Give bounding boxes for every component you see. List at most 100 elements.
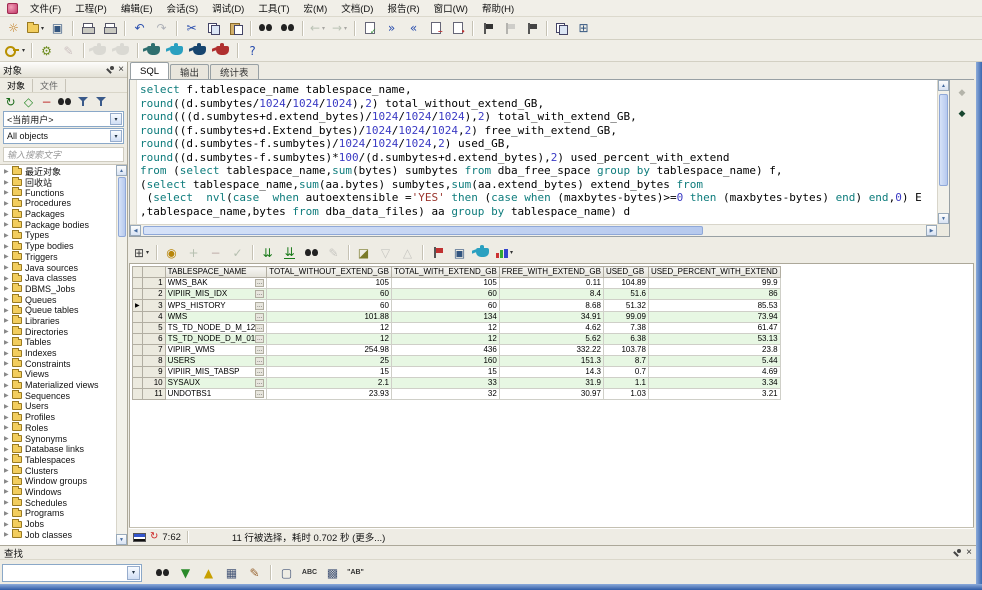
chevron-right-icon[interactable]: ▶ bbox=[4, 339, 9, 346]
chevron-right-icon[interactable]: ▶ bbox=[4, 307, 9, 314]
chevron-right-icon[interactable]: ▶ bbox=[4, 253, 9, 260]
copy-button[interactable] bbox=[203, 19, 224, 38]
chevron-right-icon[interactable]: ▶ bbox=[4, 328, 9, 335]
back-button[interactable]: ←▾ bbox=[307, 19, 328, 38]
cell-tablespace-name[interactable]: VIPIIR_MIS_IDX bbox=[165, 289, 267, 300]
filter-button[interactable] bbox=[74, 94, 91, 109]
table-row[interactable]: 4WMS101.8813434.9199.0973.94 bbox=[133, 312, 781, 323]
tree-item-roles[interactable]: ▶Roles bbox=[0, 423, 127, 434]
menu-window[interactable]: 窗口(W) bbox=[427, 0, 475, 16]
cell-value[interactable]: 103.78 bbox=[603, 345, 648, 356]
tree-item-tablespaces[interactable]: ▶Tablespaces bbox=[0, 455, 127, 466]
chevron-right-icon[interactable]: ▶ bbox=[4, 317, 9, 324]
table-row[interactable]: 11UNDOTBS123.933230.971.033.21 bbox=[133, 389, 781, 400]
tree-item-windows[interactable]: ▶Windows bbox=[0, 487, 127, 498]
row-number[interactable]: 5 bbox=[142, 323, 165, 334]
cell-tablespace-name[interactable]: TS_TD_NODE_D_M_12 bbox=[165, 323, 267, 334]
code-line[interactable]: (select nvl(case when autoextensible ='Y… bbox=[140, 191, 935, 205]
sidebar-tab-objects[interactable]: 对象 bbox=[0, 79, 33, 92]
menu-file[interactable]: 文件(F) bbox=[23, 0, 68, 16]
column-header-tablespace-name[interactable]: TABLESPACE_NAME bbox=[165, 267, 267, 278]
tree-item-dbms-jobs[interactable]: ▶DBMS_Jobs bbox=[0, 284, 127, 295]
syntax-check-button[interactable]: ✓ bbox=[359, 19, 380, 38]
tree-item-java-classes[interactable]: ▶Java classes bbox=[0, 273, 127, 284]
cell-value[interactable]: 12 bbox=[391, 323, 499, 334]
row-number[interactable]: 11 bbox=[142, 389, 165, 400]
cell-value[interactable]: 12 bbox=[391, 334, 499, 345]
grid-options-button[interactable]: ⊞▾ bbox=[131, 243, 152, 262]
fetch-next-button[interactable]: ⇊ bbox=[257, 243, 278, 262]
code-line[interactable]: round((d.sumbytes-f.sumbytes)/1024/1024/… bbox=[140, 137, 935, 151]
tree-item-schedules[interactable]: ▶Schedules bbox=[0, 497, 127, 508]
sql-code[interactable]: select f.tablespace_name tablespace_name… bbox=[140, 83, 935, 222]
chevron-down-icon[interactable] bbox=[110, 113, 122, 125]
cell-value[interactable]: 151.3 bbox=[499, 356, 603, 367]
collapse-button[interactable]: − bbox=[38, 94, 55, 109]
chevron-right-icon[interactable]: ▶ bbox=[4, 403, 9, 410]
chevron-right-icon[interactable]: ▶ bbox=[4, 221, 9, 228]
expand-button[interactable]: ◇ bbox=[20, 94, 37, 109]
cell-value[interactable]: 15 bbox=[391, 367, 499, 378]
cell-value[interactable]: 34.91 bbox=[499, 312, 603, 323]
cell-value[interactable]: 86 bbox=[648, 289, 780, 300]
bookmark-clear-button[interactable] bbox=[499, 19, 520, 38]
chevron-down-icon[interactable] bbox=[127, 566, 140, 580]
menu-help[interactable]: 帮助(H) bbox=[475, 0, 521, 16]
tree-item-recent-objects[interactable]: ▶最近对象 bbox=[0, 166, 127, 177]
ellipsis-button[interactable] bbox=[255, 290, 264, 298]
row-number[interactable]: 1 bbox=[142, 278, 165, 289]
chevron-right-icon[interactable]: ▶ bbox=[4, 232, 9, 239]
tree-item-packages[interactable]: ▶Packages bbox=[0, 209, 127, 220]
chevron-right-icon[interactable]: ▶ bbox=[4, 531, 9, 538]
session-login-button[interactable]: ▾ bbox=[3, 41, 27, 60]
chevron-right-icon[interactable]: ▶ bbox=[4, 285, 9, 292]
tree-item-types[interactable]: ▶Types bbox=[0, 230, 127, 241]
cell-value[interactable]: 85.53 bbox=[648, 300, 780, 312]
chevron-right-icon[interactable]: ▶ bbox=[4, 200, 9, 207]
menu-edit[interactable]: 编辑(E) bbox=[114, 0, 160, 16]
cell-value[interactable]: 4.69 bbox=[648, 367, 780, 378]
tree-item-type-bodies[interactable]: ▶Type bodies bbox=[0, 241, 127, 252]
chevron-right-icon[interactable]: ▶ bbox=[4, 211, 9, 218]
tree-scrollbar[interactable]: ▲ ▼ bbox=[116, 165, 127, 545]
code-line[interactable]: round((d.sumbytes/1024/1024/1024),2) tot… bbox=[140, 97, 935, 111]
replace-button[interactable] bbox=[277, 19, 298, 38]
table-row[interactable]: 8USERS25160151.38.75.44 bbox=[133, 356, 781, 367]
code-line[interactable]: (select tablespace_name,sum(aa.bytes) su… bbox=[140, 178, 935, 192]
cascade-windows-button[interactable] bbox=[551, 19, 572, 38]
cell-value[interactable]: 101.88 bbox=[267, 312, 392, 323]
outdent-button[interactable]: « bbox=[403, 19, 424, 38]
cell-tablespace-name[interactable]: TS_TD_NODE_D_M_01 bbox=[165, 334, 267, 345]
cell-value[interactable]: 60 bbox=[267, 300, 392, 312]
query-teapot-button[interactable] bbox=[471, 243, 493, 262]
cell-value[interactable]: 33 bbox=[391, 378, 499, 389]
code-line[interactable]: round((f.sumbytes+d.Extend_bytes)/1024/1… bbox=[140, 124, 935, 138]
chevron-right-icon[interactable]: ▶ bbox=[4, 478, 9, 485]
cell-value[interactable]: 23.8 bbox=[648, 345, 780, 356]
cell-value[interactable]: 7.38 bbox=[603, 323, 648, 334]
find-next-button[interactable] bbox=[152, 563, 173, 582]
cell-value[interactable]: 73.94 bbox=[648, 312, 780, 323]
cell-value[interactable]: 160 bbox=[391, 356, 499, 367]
row-number[interactable]: 10 bbox=[142, 378, 165, 389]
chevron-right-icon[interactable]: ▶ bbox=[4, 456, 9, 463]
chevron-right-icon[interactable]: ▶ bbox=[4, 189, 9, 196]
cell-value[interactable]: 2.1 bbox=[267, 378, 392, 389]
tile-windows-button[interactable]: ⊞ bbox=[573, 19, 594, 38]
tree-item-indexes[interactable]: ▶Indexes bbox=[0, 348, 127, 359]
ellipsis-button[interactable] bbox=[255, 335, 264, 343]
tree-item-database-links[interactable]: ▶Database links bbox=[0, 444, 127, 455]
table-row[interactable]: 1WMS_BAK1051050.11104.8999.9 bbox=[133, 278, 781, 289]
chevron-right-icon[interactable]: ▶ bbox=[4, 435, 9, 442]
cell-value[interactable]: 105 bbox=[267, 278, 392, 289]
auto-refresh-icon[interactable]: ↻ bbox=[150, 532, 158, 542]
tab-sql[interactable]: SQL bbox=[130, 62, 169, 79]
tree-item-queue-tables[interactable]: ▶Queue tables bbox=[0, 305, 127, 316]
cell-tablespace-name[interactable]: SYSAUX bbox=[165, 378, 267, 389]
cell-tablespace-name[interactable]: VIPIIR_WMS bbox=[165, 345, 267, 356]
tab-stats[interactable]: 统计表 bbox=[210, 64, 259, 79]
cell-value[interactable]: 254.98 bbox=[267, 345, 392, 356]
code-line[interactable]: from (select tablespace_name,sum(bytes) … bbox=[140, 164, 935, 178]
window-button[interactable]: ▢ bbox=[276, 563, 297, 582]
fetch-all-button[interactable]: ⇊ bbox=[279, 243, 300, 262]
